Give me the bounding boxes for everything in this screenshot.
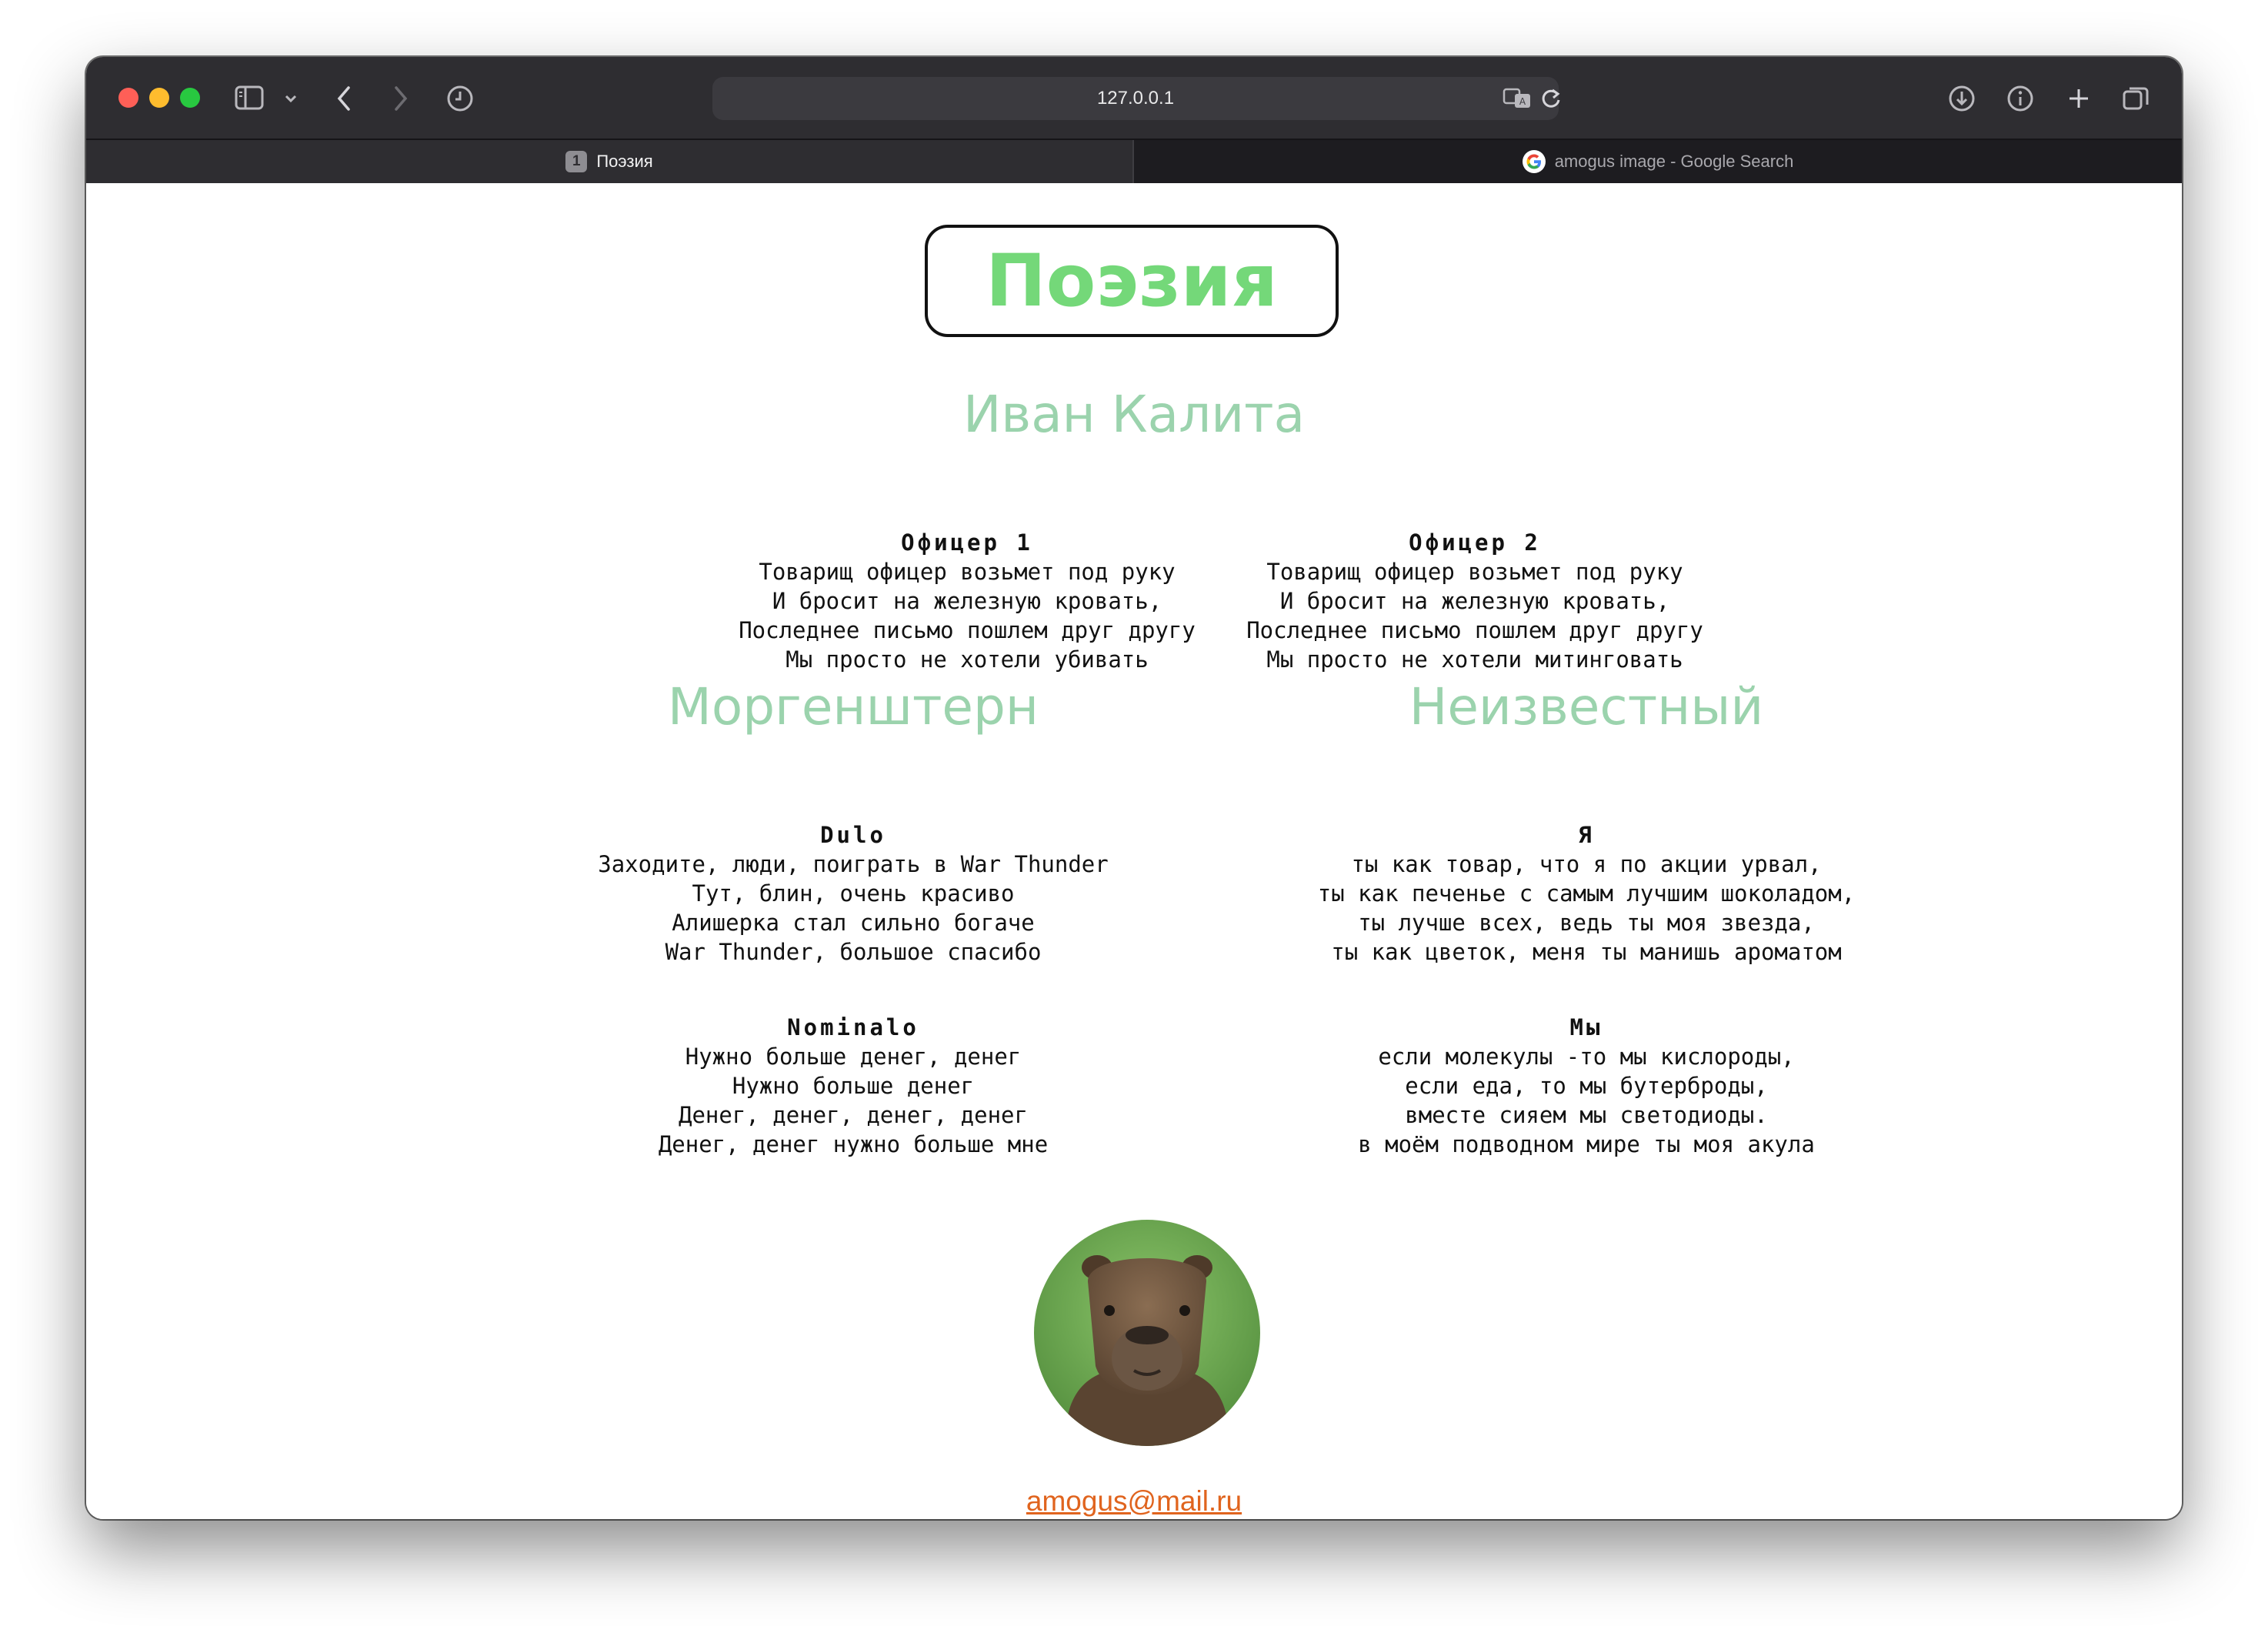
zoom-window-button[interactable] — [180, 88, 200, 108]
google-favicon-icon — [1522, 150, 1546, 173]
browser-toolbar: 127.0.0.1 A — [86, 57, 2182, 139]
page-title-box: Поэзия — [925, 225, 1339, 337]
author-heading: Неизвестный — [1409, 677, 1764, 736]
poem-line: ты как цветок, меня ты манишь ароматом — [1331, 939, 1842, 965]
poem-line: Мы просто не хотели митинговать — [1266, 646, 1683, 673]
poem-line: Последнее письмо пошлем друг другу — [1246, 617, 1703, 643]
translate-icon[interactable]: A — [1502, 86, 1533, 111]
close-window-button[interactable] — [118, 88, 138, 108]
browser-window: 127.0.0.1 A 1 Поэзия amogus image - Goog… — [86, 57, 2182, 1519]
author-heading: Моргенштерн — [667, 677, 1039, 736]
poem-line: War Thunder, большое спасибо — [665, 939, 1042, 965]
tab-overview-icon[interactable] — [2120, 83, 2151, 114]
back-arrow-icon[interactable] — [332, 83, 355, 114]
poem-title: Я — [1578, 822, 1595, 848]
poem-line: Алишерка стал сильно богаче — [672, 910, 1035, 936]
poem-line: ты как товар, что я по акции урвал, — [1351, 851, 1822, 877]
history-clock-icon[interactable] — [445, 83, 475, 114]
tab-google-search[interactable]: amogus image - Google Search — [1134, 140, 2182, 183]
poem: Dulo Заходите, люди, поиграть в War Thun… — [530, 820, 1176, 967]
minimize-window-button[interactable] — [149, 88, 169, 108]
reload-icon[interactable] — [1539, 86, 1563, 111]
tab-bar: 1 Поэзия amogus image - Google Search — [86, 139, 2182, 183]
poem-line: И бросит на железную кровать, — [1279, 588, 1670, 614]
poem: Nominalo Нужно больше денег, денег Нужно… — [530, 1013, 1176, 1159]
poem: Офицер 2 Товарищ офицер возьмет под руку… — [1152, 528, 1798, 674]
poem: Я ты как товар, что я по акции урвал, ты… — [1225, 820, 1948, 967]
poem-line: если молекулы -то мы кислороды, — [1378, 1044, 1795, 1070]
poem-line: вместе сияем мы светодиоды. — [1405, 1102, 1768, 1128]
poem-title: Офицер 2 — [1409, 529, 1541, 556]
tab-label: Поэзия — [596, 152, 653, 171]
forward-arrow-icon[interactable] — [389, 83, 412, 114]
url-text: 127.0.0.1 — [1096, 88, 1175, 109]
address-bar[interactable]: 127.0.0.1 A — [712, 77, 1560, 120]
poem: Мы если молекулы -то мы кислороды, если … — [1225, 1013, 1948, 1159]
page-content: Поэзия Иван Калита Офицер 1 Товарищ офиц… — [86, 183, 2182, 1519]
poem-line: Нужно больше денег — [732, 1073, 975, 1099]
tab-poetry[interactable]: 1 Поэзия — [86, 140, 1132, 183]
sidebar-icon[interactable] — [234, 85, 265, 111]
downloads-icon[interactable] — [1946, 83, 1977, 114]
author-heading: Иван Калита — [962, 385, 1306, 444]
capybara-avatar — [1034, 1220, 1260, 1446]
poem-line: Денег, денег нужно больше мне — [658, 1131, 1049, 1157]
poem-title: Nominalo — [787, 1014, 919, 1040]
poem-line: если еда, то мы бутерброды, — [1405, 1073, 1768, 1099]
poem-title: Мы — [1569, 1014, 1603, 1040]
poem-title: Dulo — [820, 822, 886, 848]
page-title: Поэзия — [986, 239, 1278, 323]
svg-text:A: A — [1519, 96, 1526, 107]
poem-line: Тут, блин, очень красиво — [692, 880, 1015, 907]
poem-line: Товарищ офицер возьмет под руку — [1266, 559, 1683, 585]
chevron-down-icon[interactable] — [282, 89, 300, 108]
poem-line: Заходите, люди, поиграть в War Thunder — [598, 851, 1109, 877]
poem-line: в моём подводном мире ты моя акула — [1358, 1131, 1815, 1157]
poem-line: ты лучше всех, ведь ты моя звезда, — [1358, 910, 1815, 936]
poem-line: Нужно больше денег, денег — [685, 1044, 1022, 1070]
tab-label: amogus image - Google Search — [1554, 152, 1794, 171]
poem-line: Денег, денег, денег, денег — [679, 1102, 1028, 1128]
email-link[interactable]: amogus@mail.ru — [86, 1485, 2182, 1518]
tab-badge: 1 — [565, 151, 588, 172]
info-icon[interactable] — [2005, 83, 2036, 114]
new-tab-plus-icon[interactable] — [2063, 83, 2094, 114]
poem-line: ты как печенье с самым лучшим шоколадом, — [1317, 880, 1856, 907]
